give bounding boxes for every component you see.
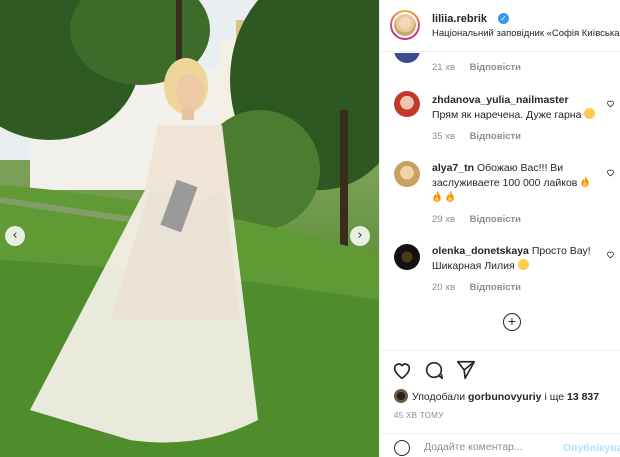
previous-photo-button[interactable]: ‹ [5, 226, 25, 246]
comment-avatar[interactable] [394, 161, 420, 187]
comment-avatar[interactable] [394, 91, 420, 117]
comment-username[interactable]: alya7_tn [432, 162, 474, 174]
share-icon[interactable] [455, 359, 477, 381]
comment-time: 29 хв [432, 214, 456, 225]
fire-emoji-icon [581, 176, 589, 187]
fire-emoji-icon [446, 191, 454, 202]
comment-avatar[interactable] [394, 244, 420, 270]
reply-button[interactable]: Відповісти [470, 131, 521, 142]
comment-text: alya7_tn Обожаю Вас!!! Ви заслуживаете 1… [432, 161, 597, 206]
fire-emoji-icon [433, 191, 441, 202]
heart-eyes-emoji-icon [517, 259, 529, 270]
post-location[interactable]: Національний заповідник «Софія Київська» [432, 28, 620, 39]
comment-text: zhdanova_yulia_nailmaster Прям як нарече… [432, 93, 597, 123]
reply-button[interactable]: Відповісти [470, 214, 521, 225]
comment-meta: 29 хв Відповісти [432, 214, 521, 225]
like-comment-heart-icon[interactable] [606, 168, 615, 177]
likes-count[interactable]: 13 837 [567, 391, 599, 403]
comments-list: 21 хв Відповісти zhdanova_yulia_nailmast… [380, 53, 620, 343]
post-header: liliia.rebrik ✓ Національний заповідник … [380, 0, 620, 52]
comment-text: olenka_donetskaya Просто Вау! Шикарная Л… [432, 245, 591, 272]
comment-meta: 21 хв Відповісти [432, 62, 521, 73]
comment-input[interactable] [424, 438, 554, 456]
post-comment-button[interactable]: Опублікувати [563, 442, 620, 454]
liker-username[interactable]: gorbunovyuriy [468, 391, 542, 403]
comment-username[interactable]: olenka_donetskaya [432, 245, 529, 257]
post-sidebar: liliia.rebrik ✓ Національний заповідник … [379, 0, 620, 457]
post-timestamp: 45 ХВ ТОМУ [394, 411, 444, 420]
reply-button[interactable]: Відповісти [470, 62, 521, 73]
comment-time: 20 хв [432, 282, 456, 293]
post-photo: ‹ › [0, 0, 379, 457]
liker-avatar[interactable] [394, 389, 408, 403]
verified-badge-icon: ✓ [498, 13, 509, 24]
heart-icon[interactable] [391, 359, 413, 381]
like-comment-heart-icon[interactable] [606, 99, 615, 108]
next-photo-button[interactable]: › [350, 226, 370, 246]
emoji-picker-icon[interactable] [394, 440, 410, 456]
post-actions: Уподобали gorbunovyuriy і ще 13 837 45 Х… [380, 350, 620, 457]
comment-meta: 20 хв Відповісти [432, 282, 521, 293]
comment-avatar[interactable] [394, 53, 420, 63]
likes-summary: Уподобали gorbunovyuriy і ще 13 837 [394, 389, 599, 403]
reply-button[interactable]: Відповісти [470, 282, 521, 293]
comment-username[interactable]: zhdanova_yulia_nailmaster [432, 94, 569, 106]
comment-meta: 35 хв Відповісти [432, 131, 521, 142]
comment-time: 35 хв [432, 131, 456, 142]
add-comment-bar: Опублікувати [380, 433, 620, 457]
like-comment-heart-icon[interactable] [606, 250, 615, 259]
heart-eyes-emoji-icon [584, 108, 596, 119]
comment-icon[interactable] [423, 359, 445, 381]
photo-scene [0, 0, 379, 457]
author-username[interactable]: liliia.rebrik [432, 13, 487, 25]
author-avatar[interactable] [390, 10, 420, 40]
load-more-comments-button[interactable]: + [503, 313, 521, 331]
comment-time: 21 хв [432, 62, 456, 73]
